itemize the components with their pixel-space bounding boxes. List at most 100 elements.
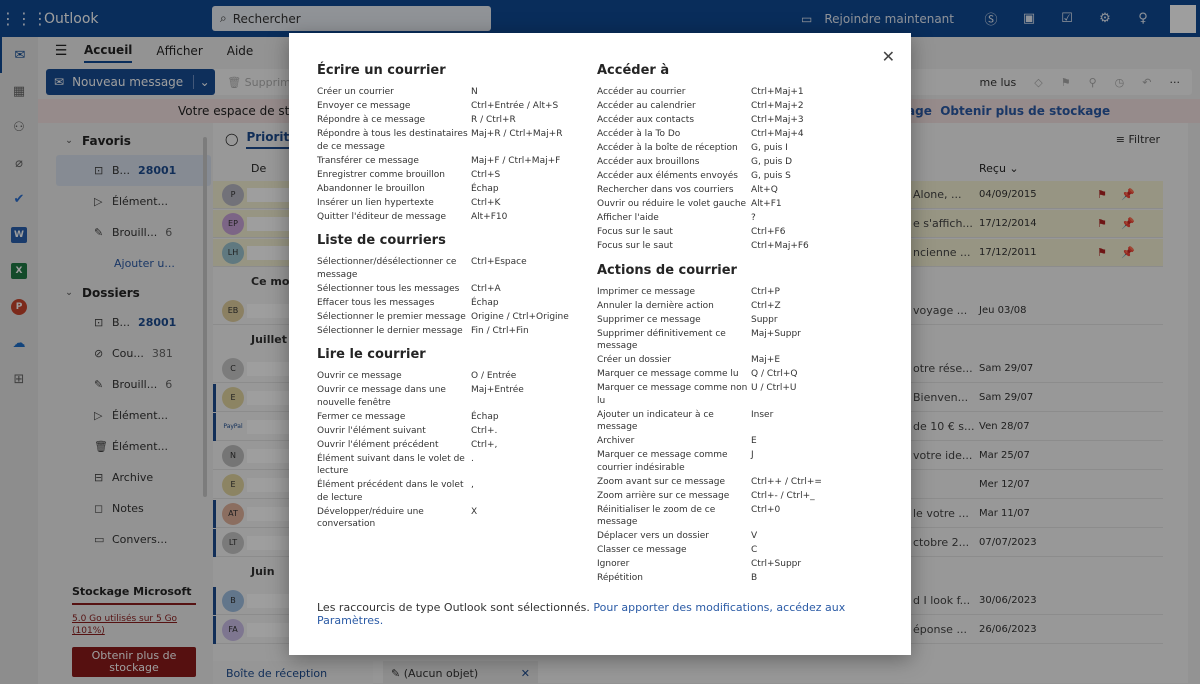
shortcut-key: Suppr [751,314,778,325]
shortcut-action: Supprimer ce message [597,314,701,325]
section-title: Lire le courrier [317,347,426,362]
shortcut-action: Transférer ce message [317,155,419,166]
shortcut-row: Accéder aux brouillons G, puis D [597,156,877,169]
shortcut-row: Supprimer ce message Suppr [597,314,877,327]
shortcut-action: Focus sur le saut [597,241,673,251]
shortcut-key: R / Ctrl+R [471,115,516,125]
shortcut-key: J [751,450,754,460]
shortcut-key: G, puis I [751,143,788,153]
shortcut-action: Marquer ce message comme non lu [597,383,748,406]
shortcut-row: Créer un courrier N [317,86,597,99]
shortcut-action: Ouvrir ou réduire le volet gauche [597,199,747,209]
shortcut-row: Accéder à la To Do Ctrl+Maj+4 [597,128,877,141]
shortcut-row: Insérer un lien hypertexte Ctrl+K [317,197,597,210]
shortcut-key: Ctrl+, [471,439,498,450]
shortcut-key: Ctrl+Maj+3 [751,115,804,125]
shortcut-row: Ajouter un indicateur à ce message Inser [597,409,877,434]
shortcut-key: Ctrl+Maj+2 [751,101,804,111]
shortcut-action: Quitter l'éditeur de message [317,211,447,222]
shortcut-key: Ctrl+K [471,197,501,208]
shortcut-row: Ouvrir ou réduire le volet gauche Alt+F1 [597,198,877,211]
shortcut-row: Rechercher dans vos courriers Alt+Q [597,184,877,197]
shortcut-key: Ctrl+- / Ctrl+_ [751,490,815,501]
shortcut-action: Zoom avant sur ce message [597,476,726,487]
shortcut-key: Q / Ctrl+Q [751,369,798,379]
shortcut-row: Sélectionner le dernier message Fin / Ctr… [317,325,597,338]
shortcut-key: Ctrl+Maj+F6 [751,241,809,251]
shortcut-key: Ctrl+Entrée / Alt+S [471,101,559,111]
shortcut-row: Classer ce message C [597,544,877,557]
shortcut-action: Ouvrir ce message dans une nouvelle fenê… [317,385,446,408]
shortcut-key: V [751,531,758,541]
shortcut-row: Supprimer définitivement ce message Maj+S… [597,328,877,353]
shortcut-row: Annuler la dernière action Ctrl+Z [597,300,877,313]
shortcut-row: Accéder au courrier Ctrl+Maj+1 [597,86,877,99]
shortcut-action: Accéder aux brouillons [597,157,700,167]
dialog-footer: Les raccourcis de type Outlook sont séle… [317,601,911,627]
shortcut-row: Sélectionner tous les messages Ctrl+A [317,283,597,296]
shortcut-key: X [471,506,478,517]
shortcut-key: Alt+Q [751,185,778,195]
shortcut-row: Élément suivant dans le volet de lecture… [317,453,597,478]
shortcut-section: Écrire un courrier Créer un courrier N Envo… [317,63,597,223]
shortcut-key: Ctrl+Maj+4 [751,129,804,139]
shortcut-action: Marquer ce message comme courrier indési… [597,450,728,473]
shortcut-row: Effacer tous les messages Échap [317,297,597,310]
shortcut-key: Ctrl+0 [751,504,781,515]
shortcut-key: Origine / Ctrl+Origine [471,311,569,322]
shortcut-action: Sélectionner le premier message [317,311,466,322]
shortcut-key: , [471,480,474,490]
shortcut-action: Zoom arrière sur ce message [597,490,730,501]
shortcut-row: Sélectionner/désélectionner ce message Ct… [317,256,597,281]
shortcut-action: Enregistrer comme brouillon [317,169,445,180]
shortcut-section: Lire le courrier Ouvrir ce message O / Ent… [317,347,597,531]
shortcut-action: Accéder aux éléments envoyés [597,171,738,181]
shortcut-action: Accéder aux contacts [597,115,695,125]
shortcut-row: Répondre à ce message R / Ctrl+R [317,114,597,127]
shortcut-action: Ouvrir l'élément précédent [317,439,439,450]
shortcut-key: Ctrl+A [471,283,501,294]
shortcut-action: Focus sur le saut [597,227,673,237]
shortcut-key: Ctrl++ / Ctrl+= [751,476,822,487]
shortcut-action: Imprimer ce message [597,286,695,297]
shortcut-row: Archiver E [597,435,877,448]
shortcut-action: Supprimer définitivement ce message [597,328,726,352]
shortcut-key: Maj+E [751,355,781,365]
shortcut-key: Ctrl+Suppr [751,559,802,569]
shortcut-action: Sélectionner tous les messages [317,283,460,294]
shortcut-action: Annuler la dernière action [597,300,714,311]
shortcut-row: Afficher l'aide? [597,212,877,225]
section-title: Liste de courriers [317,233,446,248]
shortcut-action: Sélectionner le dernier message [317,325,463,336]
shortcut-key: Ctrl+F6 [751,227,786,237]
shortcut-key: N [471,87,478,97]
shortcut-key: E [751,436,757,446]
shortcut-row: Fermer ce message Échap [317,411,597,424]
close-icon[interactable]: ✕ [882,47,895,66]
shortcuts-dialog: ✕ Écrire un courrier Créer un courrier N En… [289,33,911,655]
shortcut-action: Accéder au calendrier [597,101,696,111]
shortcuts-right-column: Accéder à Accéder au courrier Ctrl+Maj+1 Ac… [597,63,877,595]
shortcut-row: Développer/réduire une conversation X [317,506,597,531]
shortcut-key: ? [751,213,756,223]
shortcut-row: Focus sur le saut Ctrl+Maj+F6 [597,240,877,253]
shortcut-row: Accéder à la boîte de réception G, puis I [597,142,877,155]
footer-text: Les raccourcis de type Outlook sont séle… [317,601,590,614]
shortcut-row: Sélectionner le premier message Origine /… [317,311,597,324]
shortcut-key: Alt+F10 [471,211,508,222]
shortcut-action: Insérer un lien hypertexte [317,197,434,208]
shortcut-key: Ctrl+Espace [471,257,527,267]
shortcut-action: Ouvrir ce message [317,371,402,381]
shortcut-row: Zoom arrière sur ce message Ctrl+- / Ctrl… [597,490,877,503]
shortcut-key: Ctrl+. [471,425,498,436]
shortcut-action: Accéder au courrier [597,87,686,97]
shortcut-row: Réinitialiser le zoom de ce message Ctrl+… [597,504,877,529]
shortcut-key: Fin / Ctrl+Fin [471,325,529,336]
shortcut-row: Créer un dossier Maj+E [597,354,877,367]
shortcut-row: Marquer ce message comme lu Q / Ctrl+Q [597,368,877,381]
shortcut-section: Accéder à Accéder au courrier Ctrl+Maj+1 Ac… [597,63,877,253]
section-title: Écrire un courrier [317,63,446,78]
shortcut-row: Ouvrir l'élément précédent Ctrl+, [317,439,597,452]
shortcut-action: Répondre à ce message [317,115,426,125]
shortcut-action: Abandonner le brouillon [317,183,425,194]
